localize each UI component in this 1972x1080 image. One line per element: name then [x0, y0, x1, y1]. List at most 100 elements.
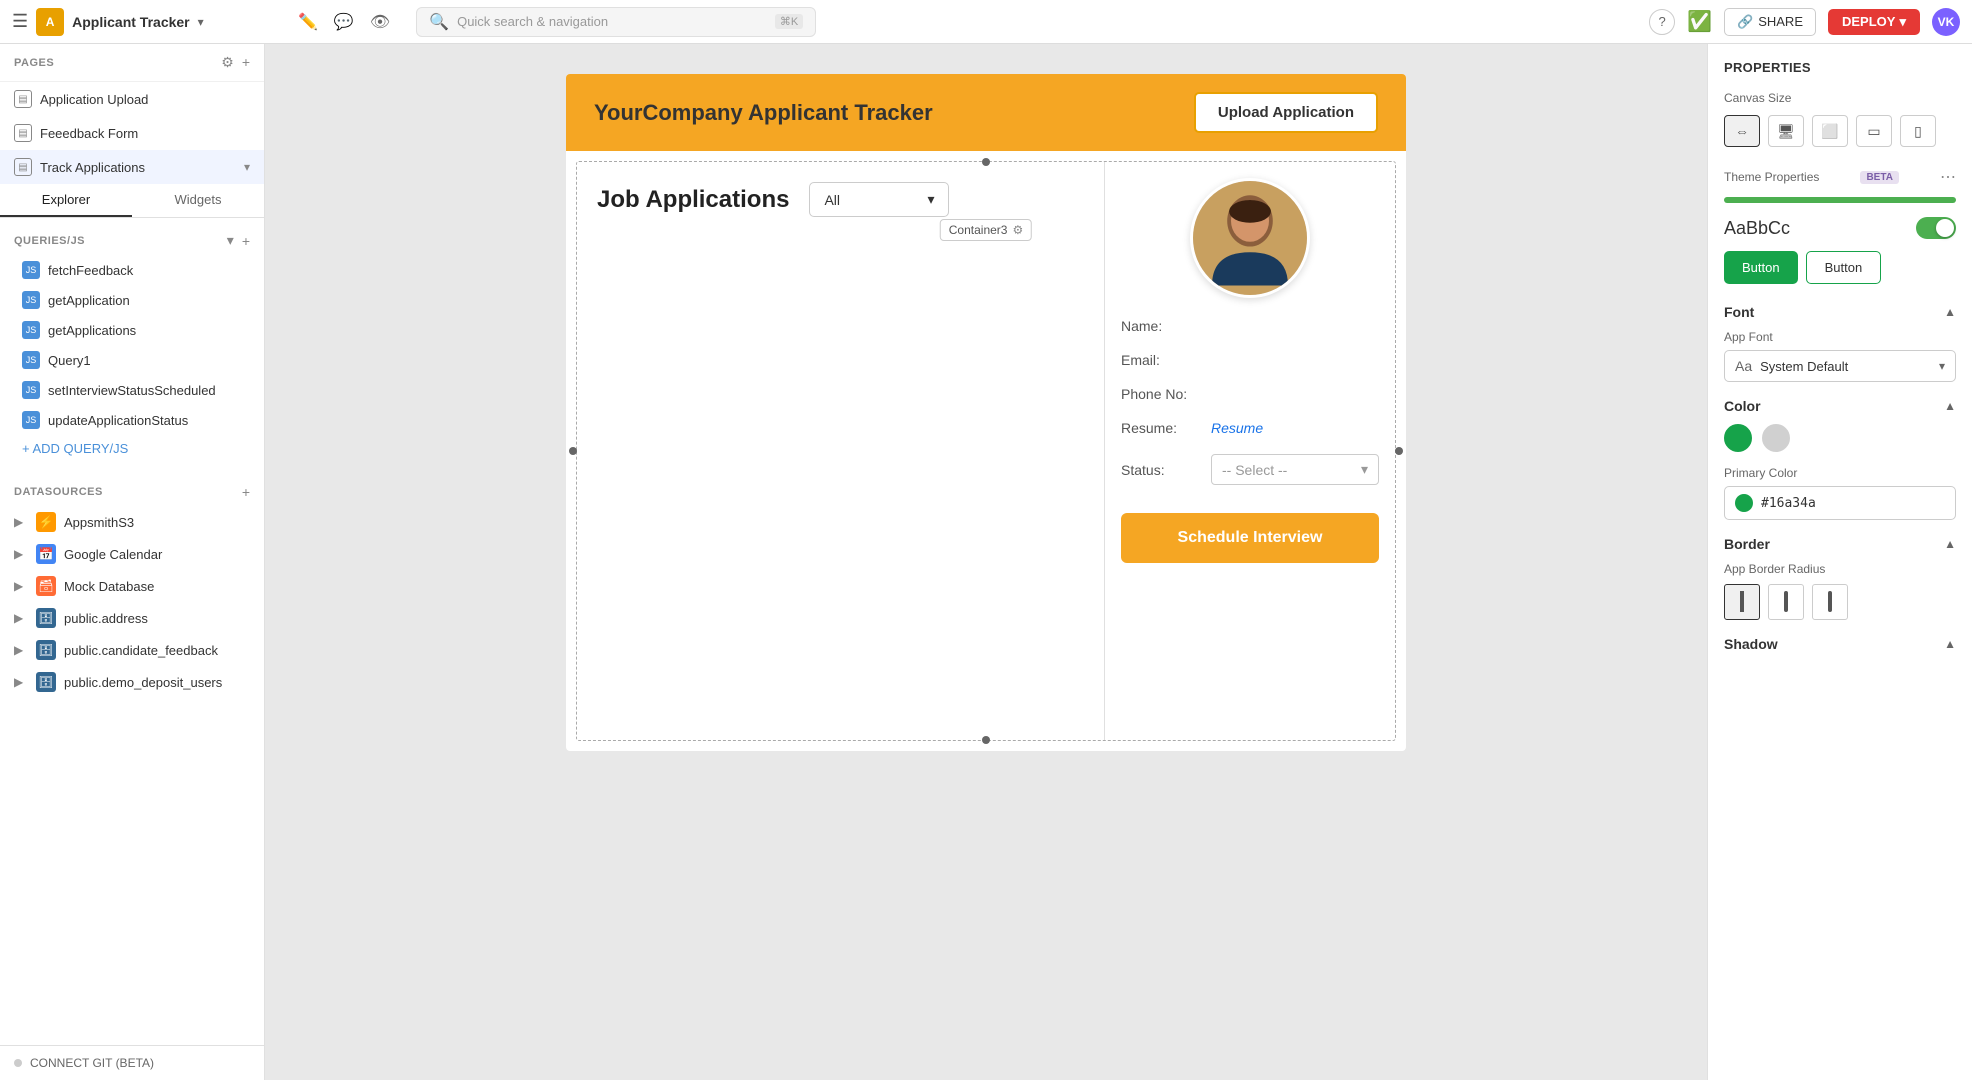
help-button[interactable]: ? — [1649, 9, 1675, 35]
container-close-icon[interactable]: ⚙ — [1012, 223, 1023, 237]
tab-explorer[interactable]: Explorer — [0, 184, 132, 217]
main: PAGES ⚙ + ▤ Application Upload ▤ Feeedba… — [0, 44, 1972, 1080]
font-select[interactable]: Aa System Default ▾ — [1724, 350, 1956, 382]
aa-row: AaBbCc — [1724, 217, 1956, 239]
border-radius-label: App Border Radius — [1724, 562, 1956, 576]
query-icon: JS — [22, 381, 40, 399]
page-icon: ▤ — [14, 158, 32, 176]
datasource-mock-database[interactable]: ▶ 🗃 Mock Database — [0, 570, 264, 602]
query-setinterviewstatus[interactable]: JS setInterviewStatusScheduled — [0, 375, 264, 405]
datasources-section: DATASOURCES + ▶ ⚡ AppsmithS3 ▶ 📅 Google … — [0, 470, 264, 706]
page-item-feedback-form[interactable]: ▤ Feeedback Form — [0, 116, 264, 150]
theme-more-icon[interactable]: ⋯ — [1940, 167, 1956, 187]
filter-dropdown[interactable]: All ▾ — [809, 182, 949, 217]
datasource-candidate-feedback[interactable]: ▶ 🗄 public.candidate_feedback — [0, 634, 264, 666]
app-header: YourCompany Applicant Tracker Upload App… — [566, 74, 1406, 151]
status-chevron-icon: ▾ — [1361, 461, 1368, 478]
container-body[interactable]: Job Applications All ▾ — [576, 161, 1396, 741]
app-preview: YourCompany Applicant Tracker Upload App… — [566, 74, 1406, 751]
resume-link[interactable]: Resume — [1211, 420, 1263, 436]
color-swatch-green[interactable] — [1724, 424, 1752, 452]
queries-collapse-icon[interactable]: ▾ — [227, 232, 234, 249]
query-getapplications[interactable]: JS getApplications — [0, 315, 264, 345]
color-section-title: Color — [1724, 398, 1761, 414]
query-updateapplicationstatus[interactable]: JS updateApplicationStatus — [0, 405, 264, 435]
font-section-header[interactable]: Font ▲ — [1724, 304, 1956, 320]
datasources-section-header[interactable]: DATASOURCES + — [0, 478, 264, 506]
search-placeholder: Quick search & navigation — [457, 14, 767, 29]
queries-add-icon[interactable]: + — [242, 233, 250, 249]
color-swatch-gray[interactable] — [1762, 424, 1790, 452]
datasource-public-address[interactable]: ▶ 🗄 public.address — [0, 602, 264, 634]
query-icon: JS — [22, 291, 40, 309]
font-select-left: Aa System Default — [1735, 358, 1848, 374]
connect-git-button[interactable]: CONNECT GIT (BETA) — [14, 1056, 250, 1070]
query-getapplication[interactable]: JS getApplication — [0, 285, 264, 315]
sidebar: PAGES ⚙ + ▤ Application Upload ▤ Feeedba… — [0, 44, 265, 1080]
primary-color-label: Primary Color — [1724, 466, 1956, 480]
resize-handle-top[interactable] — [982, 158, 990, 166]
hamburger-icon[interactable]: ☰ — [12, 11, 28, 32]
border-chevron-icon: ▲ — [1944, 537, 1956, 551]
datasource-appsmith-s3[interactable]: ▶ ⚡ AppsmithS3 — [0, 506, 264, 538]
primary-color-hex: #16a34a — [1761, 496, 1816, 511]
datasources-actions: + — [242, 484, 250, 500]
theme-outline-button[interactable]: Button — [1806, 251, 1882, 284]
size-icon-mobile-landscape[interactable]: ▭ — [1856, 115, 1892, 147]
font-section-title: Font — [1724, 304, 1754, 320]
app-font-label: App Font — [1724, 330, 1956, 344]
tab-widgets[interactable]: Widgets — [132, 184, 264, 217]
expand-icon: ▶ — [14, 675, 28, 689]
datasources-add-icon[interactable]: + — [242, 484, 250, 500]
app-title: Applicant Tracker — [72, 14, 190, 30]
color-chevron-icon: ▲ — [1944, 399, 1956, 413]
deploy-button[interactable]: DEPLOY ▾ — [1828, 9, 1920, 35]
query-query1[interactable]: JS Query1 — [0, 345, 264, 375]
datasource-demo-deposit[interactable]: ▶ 🗄 public.demo_deposit_users — [0, 666, 264, 698]
border-radius-slight[interactable] — [1768, 584, 1804, 620]
shadow-section-title: Shadow — [1724, 636, 1778, 652]
app-icon: A — [36, 8, 64, 36]
primary-color-row[interactable]: #16a34a — [1724, 486, 1956, 520]
color-section-header[interactable]: Color ▲ — [1724, 398, 1956, 414]
add-query-button[interactable]: + ADD QUERY/JS — [0, 435, 264, 462]
avatar[interactable]: VK — [1932, 8, 1960, 36]
upload-application-button[interactable]: Upload Application — [1194, 92, 1378, 133]
border-radius-round[interactable] — [1812, 584, 1848, 620]
app-title-chevron-icon[interactable]: ▾ — [198, 15, 204, 29]
share-button[interactable]: 🔗 SHARE — [1724, 8, 1816, 36]
job-apps-header: Job Applications All ▾ — [597, 182, 1084, 217]
border-radius-sharp[interactable] — [1724, 584, 1760, 620]
page-item-track-applications[interactable]: ▤ Track Applications ▾ — [0, 150, 264, 184]
size-icon-desktop-wide[interactable]: ⇔ — [1724, 115, 1760, 147]
edit-icon[interactable]: ✏️ — [298, 12, 318, 32]
size-icon-mobile-portrait[interactable]: ▯ — [1900, 115, 1936, 147]
font-select-chevron-icon: ▾ — [1939, 359, 1945, 373]
pages-add-icon[interactable]: + — [242, 54, 250, 71]
schedule-interview-button[interactable]: Schedule Interview — [1121, 513, 1379, 563]
shadow-section-header[interactable]: Shadow ▲ — [1724, 636, 1956, 652]
font-aa-label: Aa — [1735, 358, 1752, 374]
page-item-application-upload[interactable]: ▤ Application Upload — [0, 82, 264, 116]
pages-title: PAGES — [14, 57, 54, 69]
comment-icon[interactable]: 💬 — [334, 12, 354, 32]
size-icon-tablet[interactable]: ⬜ — [1812, 115, 1848, 147]
info-row-phone: Phone No: — [1121, 386, 1379, 402]
queries-section-header[interactable]: QUERIES/JS ▾ + — [0, 226, 264, 255]
sidebar-bottom: CONNECT GIT (BETA) — [0, 1045, 264, 1080]
border-section-header[interactable]: Border ▲ — [1724, 536, 1956, 552]
border-section-title: Border — [1724, 536, 1770, 552]
size-icon-desktop[interactable]: 🖥 — [1768, 115, 1804, 147]
datasource-google-calendar[interactable]: ▶ 📅 Google Calendar — [0, 538, 264, 570]
theme-toggle[interactable] — [1916, 217, 1956, 239]
search-bar[interactable]: 🔍 Quick search & navigation ⌘K — [416, 7, 816, 37]
pages-settings-icon[interactable]: ⚙ — [221, 54, 234, 71]
status-select[interactable]: -- Select -- ▾ — [1211, 454, 1379, 485]
query-fetchfeedback[interactable]: JS fetchFeedback — [0, 255, 264, 285]
resize-handle-bottom[interactable] — [982, 736, 990, 744]
info-row-status: Status: -- Select -- ▾ — [1121, 454, 1379, 485]
eye-icon[interactable]: 👁 — [370, 12, 390, 32]
query-icon: JS — [22, 411, 40, 429]
aa-text: AaBbCc — [1724, 218, 1790, 239]
theme-solid-button[interactable]: Button — [1724, 251, 1798, 284]
